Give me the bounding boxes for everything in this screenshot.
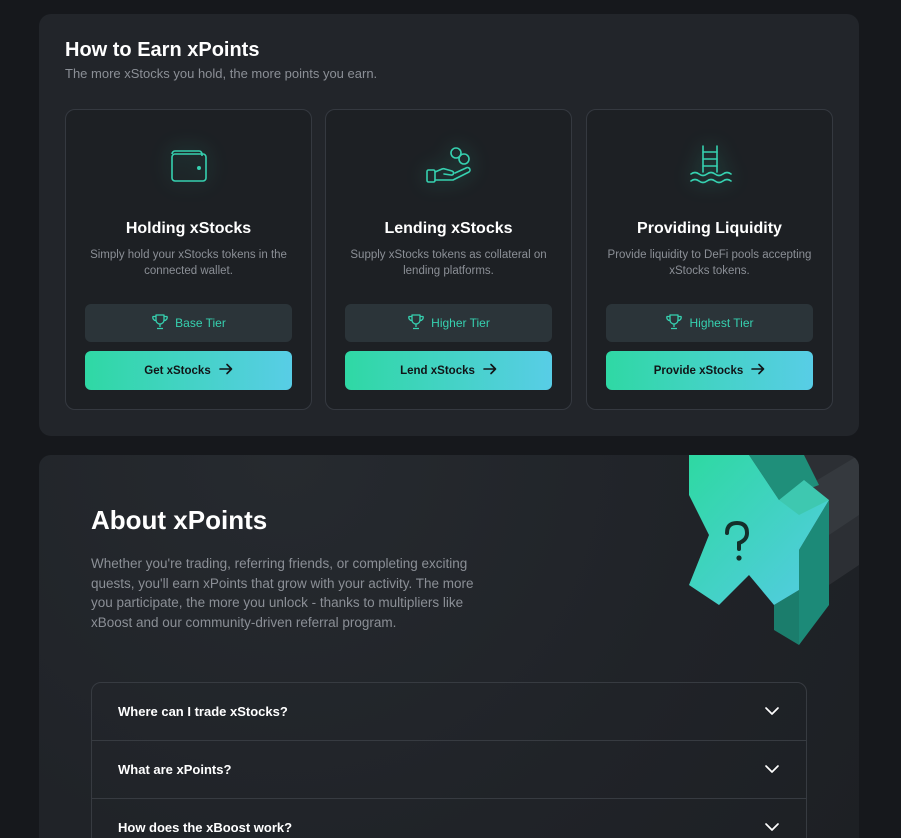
button-label: Get xStocks (144, 364, 211, 377)
button-label: Lend xStocks (400, 364, 475, 377)
provide-xstocks-button[interactable]: Provide xStocks (606, 351, 813, 390)
chevron-down-icon (764, 819, 780, 837)
lend-xstocks-button[interactable]: Lend xStocks (345, 351, 552, 390)
faq-question: What are xPoints? (118, 762, 232, 777)
arrow-right-icon (751, 363, 765, 378)
tier-label: Higher Tier (431, 316, 490, 330)
card-description: Simply hold your xStocks tokens in the c… (90, 249, 287, 277)
about-description: Whether you're trading, referring friend… (91, 556, 474, 630)
faq-item-xboost[interactable]: How does the xBoost work? (92, 799, 806, 838)
tier-badge: Base Tier (85, 304, 292, 342)
button-label: Provide xStocks (653, 364, 744, 377)
tier-badge: Higher Tier (345, 304, 552, 342)
hand-coins-icon (425, 142, 473, 190)
card-title: Holding xStocks (125, 220, 252, 237)
card-title: Lending xStocks (384, 220, 513, 237)
get-xstocks-button[interactable]: Get xStocks (85, 351, 292, 390)
section-title: How to Earn xPoints (65, 39, 260, 61)
faq-item-where-trade[interactable]: Where can I trade xStocks? (92, 683, 806, 741)
earn-card-lending: Lending xStocks Supply xStocks tokens as… (325, 109, 572, 410)
trophy-icon (151, 313, 169, 333)
faq-question: Where can I trade xStocks? (118, 704, 288, 719)
card-description: Provide liquidity to DeFi pools acceptin… (607, 249, 812, 277)
earn-section: How to Earn xPoints The more xStocks you… (39, 14, 859, 436)
xstocks-logo-art (659, 455, 859, 655)
pool-ladder-icon (686, 142, 734, 190)
faq-accordion: Where can I trade xStocks? What are xPoi… (91, 682, 807, 838)
earn-card-liquidity: Providing Liquidity Provide liquidity to… (586, 109, 833, 410)
trophy-icon (407, 313, 425, 333)
about-section: About xPoints Whether you're trading, re… (39, 455, 859, 838)
trophy-icon (665, 313, 683, 333)
card-description: Supply xStocks tokens as collateral on l… (350, 249, 547, 277)
chevron-down-icon (764, 703, 780, 721)
tier-label: Base Tier (175, 316, 226, 330)
arrow-right-icon (218, 363, 233, 378)
tier-label: Highest Tier (689, 316, 754, 330)
wallet-icon (165, 142, 213, 190)
section-subtitle: The more xStocks you hold, the more poin… (65, 66, 378, 81)
faq-question: How does the xBoost work? (118, 820, 293, 835)
about-title: About xPoints (91, 505, 268, 535)
arrow-right-icon (483, 363, 497, 378)
chevron-down-icon (764, 761, 780, 779)
card-title: Providing Liquidity (637, 220, 782, 237)
faq-item-what-xpoints[interactable]: What are xPoints? (92, 741, 806, 799)
earn-card-holding: Holding xStocks Simply hold your xStocks… (65, 109, 312, 410)
tier-badge: Highest Tier (606, 304, 813, 342)
